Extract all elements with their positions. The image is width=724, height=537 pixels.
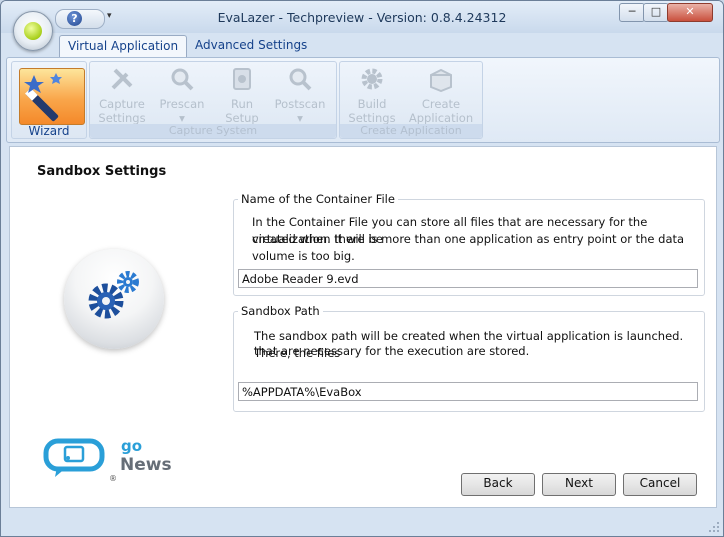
capture-system-group-label: Capture System [90,124,336,138]
wizard-button[interactable] [19,68,85,125]
settings-orb [64,249,164,349]
gonews-logo-icon [43,438,105,477]
maximize-button[interactable]: □ [643,3,669,22]
wizard-page: Sandbox Settings Name of the Container F… [9,146,717,508]
page-title: Sandbox Settings [37,164,167,179]
tab-advanced-settings[interactable]: Advanced Settings [187,35,315,56]
create-application-label: Create Application [408,97,474,125]
sandbox-path-legend: Sandbox Path [241,304,320,318]
postscan-label: Postscan ▾ [274,97,326,125]
box-icon [430,68,452,93]
container-file-input[interactable]: Adobe Reader 9.evd [238,269,698,288]
magnifier-icon [171,68,194,91]
create-application-button[interactable]: Create Application [406,64,476,125]
capture-system-group: Capture Settings Prescan ▾ Run Setup Pos… [89,61,337,139]
logo-text-go: go [121,437,143,455]
window-title: EvaLazer - Techpreview - Version: 0.8.4.… [217,10,507,25]
container-file-legend: Name of the Container File [241,192,395,206]
prescan-button[interactable]: Prescan ▾ [156,64,208,125]
cancel-button[interactable]: Cancel [623,473,697,496]
app-logo-icon [24,22,42,40]
application-menu-button[interactable] [13,11,53,51]
build-settings-button[interactable]: Build Settings [346,64,398,125]
close-button[interactable]: ✕ [667,3,713,22]
ribbon-tabs: Virtual Application Advanced Settings [1,33,723,57]
run-setup-label: Run Setup [225,97,259,125]
sandbox-path-input[interactable]: %APPDATA%\EvaBox [238,382,698,401]
minimize-button[interactable]: ─ [619,3,645,22]
setup-icon [233,68,251,90]
gear-icon [361,68,383,90]
create-application-group-label: Create Application [340,124,482,138]
postscan-button[interactable]: Postscan ▾ [274,64,326,125]
sandbox-path-description-line2: that are necessary for the execution are… [254,344,530,358]
resize-grip-icon[interactable] [708,521,720,533]
back-button[interactable]: Back [461,473,535,496]
prescan-label: Prescan ▾ [159,97,205,125]
application-window: ? ▾ EvaLazer - Techpreview - Version: 0.… [0,0,724,537]
wizard-group: Wizard [11,61,87,139]
title-bar: ? ▾ EvaLazer - Techpreview - Version: 0.… [1,1,723,33]
build-settings-label: Build Settings [348,97,396,125]
create-application-group: Build Settings Create Application Create… [339,61,483,139]
run-setup-button[interactable]: Run Setup [216,64,268,125]
magnifier-icon [289,68,312,91]
logo-registered-mark: ® [109,474,117,483]
magic-wand-icon [24,73,62,122]
gears-icon [88,271,139,319]
tools-icon [111,68,133,90]
capture-settings-button[interactable]: Capture Settings [96,64,148,125]
wizard-group-label: Wizard [28,124,70,138]
logo-text-news: News [120,455,172,475]
ribbon: Wizard Capture Settings Prescan ▾ Run Se… [6,57,720,143]
tab-virtual-application[interactable]: Virtual Application [59,35,188,57]
capture-settings-label: Capture Settings [98,97,146,125]
container-file-description-line2: created when there is more than one appl… [252,232,685,263]
next-button[interactable]: Next [542,473,616,496]
